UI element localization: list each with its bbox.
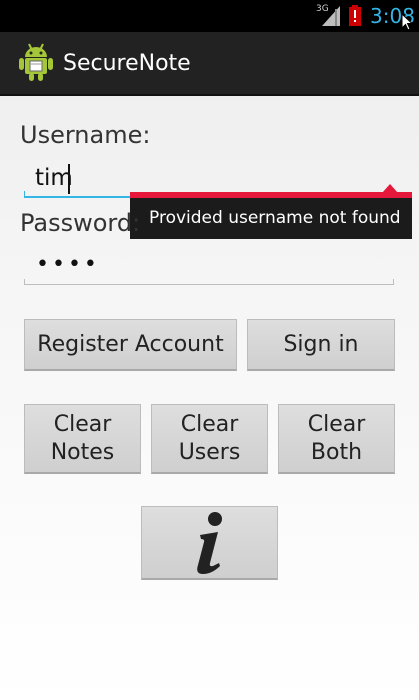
username-label: Username: [20, 121, 151, 149]
clear-notes-label-line2: Notes [50, 439, 115, 465]
sign-in-label: Sign in [283, 331, 359, 357]
password-label: Password: [20, 209, 141, 237]
error-popup: Provided username not found [130, 198, 412, 239]
clear-users-button[interactable]: Clear Users [151, 404, 268, 474]
error-pointer [382, 184, 398, 193]
mouse-cursor-icon [402, 14, 414, 31]
username-tick-left [24, 191, 25, 197]
clear-users-label-line2: Users [178, 439, 241, 465]
text-cursor [68, 164, 70, 194]
password-tick-right [393, 279, 394, 285]
register-account-label: Register Account [37, 331, 224, 357]
password-underline [24, 284, 394, 285]
android-robot-icon [19, 43, 53, 81]
info-button[interactable] [141, 506, 278, 580]
clear-both-button[interactable]: Clear Both [278, 404, 395, 474]
clear-both-label-line1: Clear [307, 411, 366, 437]
clear-both-label-line2: Both [310, 439, 363, 465]
clear-notes-label-line1: Clear [53, 411, 112, 437]
password-tick-left [24, 279, 25, 285]
battery-low-icon [349, 5, 361, 26]
app-title: SecureNote [63, 51, 191, 76]
signal-strength-icon [322, 6, 340, 26]
info-icon [196, 511, 222, 574]
register-account-button[interactable]: Register Account [24, 319, 237, 371]
status-bar: 3G 3:08 [0, 0, 419, 32]
password-field[interactable]: •••• [24, 248, 394, 286]
sign-in-button[interactable]: Sign in [247, 319, 395, 371]
clear-notes-button[interactable]: Clear Notes [24, 404, 141, 474]
clear-users-label-line1: Clear [180, 411, 239, 437]
password-value: •••• [36, 252, 100, 277]
